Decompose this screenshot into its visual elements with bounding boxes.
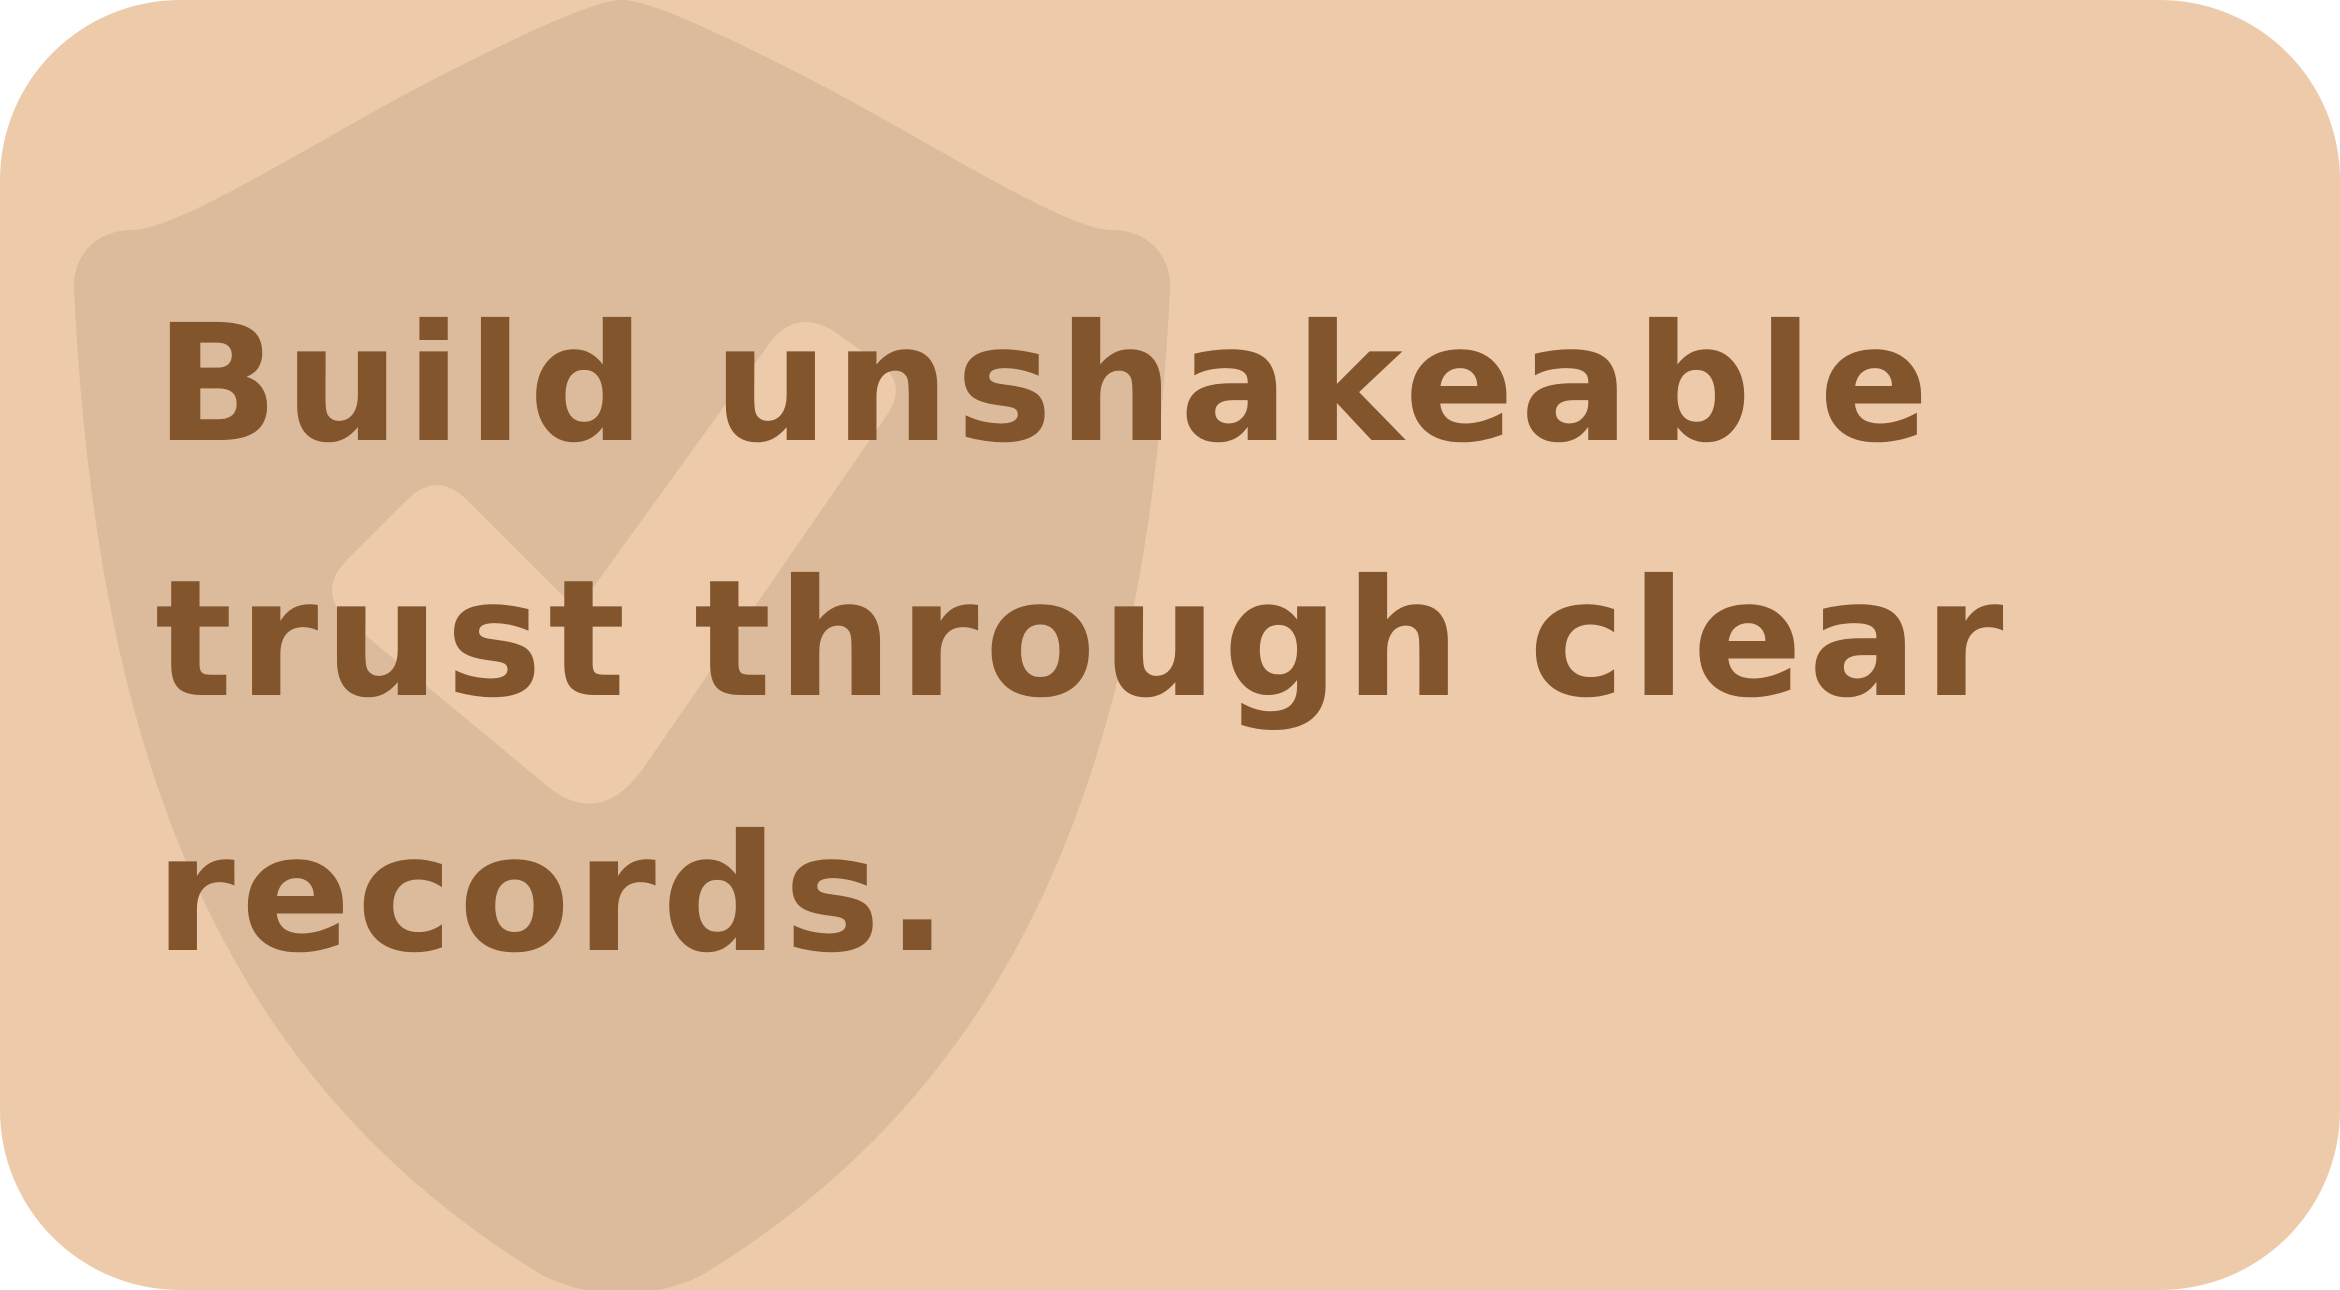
trust-card: Build unshakeable trust through clear re… <box>0 0 2340 1290</box>
headline-text: Build unshakeable trust through clear re… <box>155 291 2010 989</box>
